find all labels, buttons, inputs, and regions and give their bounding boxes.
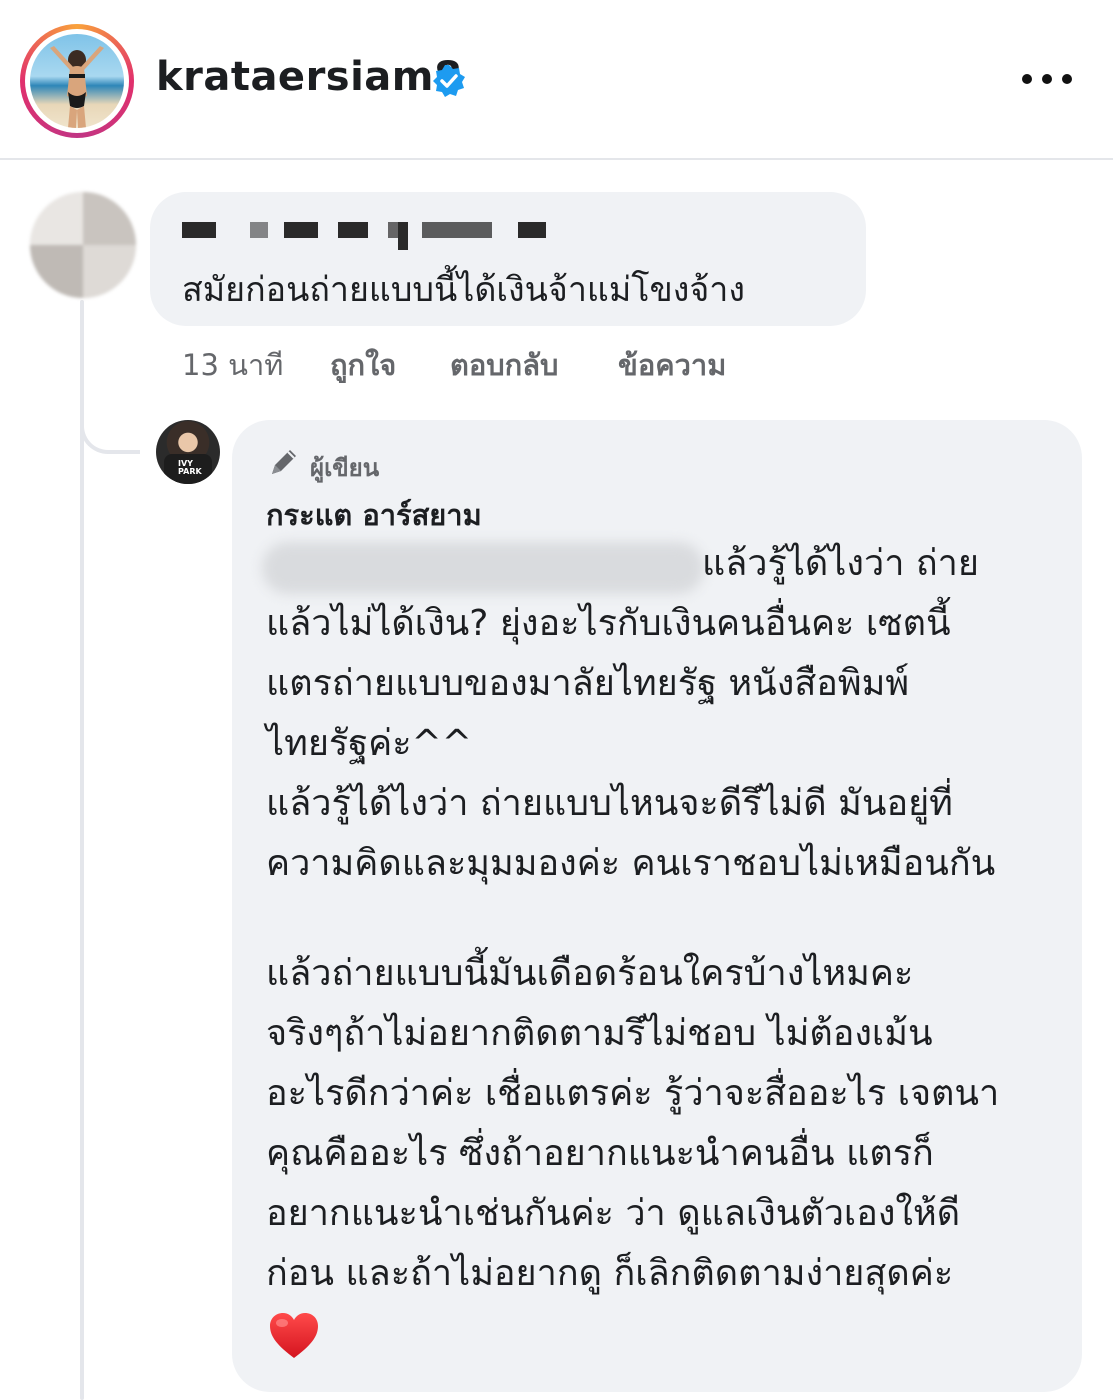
reply-line: แตรถ่ายแบบของมาลัยไทยรัฐ หนังสือพิมพ์ (266, 663, 910, 704)
reply-line: แล้วรู้ได้ไงว่า ถ่ายแบบไหนจะดีรึไม่ดี มั… (266, 783, 953, 824)
comment-timestamp: 13 นาที (182, 348, 284, 382)
profile-avatar[interactable] (20, 24, 134, 138)
verified-badge-icon (433, 65, 465, 97)
reply-line: ความคิดและมุมมองค่ะ คนเราชอบไม่เหมือนกัน (266, 843, 996, 884)
reply-line: ก่อน และถ้าไม่อยากดู ก็เลิกติดตามง่ายสุด… (266, 1253, 954, 1294)
reply-line: แล้วถ่ายแบบนี้มันเดือดร้อนใครบ้างไหมคะ (266, 953, 914, 994)
message-button[interactable]: ข้อความ (618, 342, 726, 388)
reply-line: ไทยรัฐค่ะ^^ (266, 723, 472, 764)
reply-line: อะไรดีกว่าค่ะ เชื่อแตรค่ะ รู้ว่าจะสื่ออะ… (266, 1073, 1000, 1114)
commenter-avatar[interactable] (30, 192, 136, 298)
profile-photo (30, 34, 124, 128)
post-header: krataersiam8 (0, 0, 1113, 160)
pencil-icon (272, 450, 296, 474)
comment-text: สมัยก่อนถ่ายแบบนี้ได้เงินจ้าแม่โขงจ้าง (182, 270, 745, 310)
censored-commenter-name (182, 222, 562, 250)
author-badge-label: ผู้เขียน (310, 454, 380, 482)
person-silhouette-icon (50, 46, 104, 128)
reply-author-name[interactable]: กระแต อาร์สยาม (266, 492, 482, 538)
post-username[interactable]: krataersiam8 (156, 54, 462, 100)
thread-line (80, 300, 84, 1400)
reply-line: แล้วไม่ได้เงิน? ยุ่งอะไรกับเงินคนอื่นคะ … (266, 603, 951, 644)
author-avatar[interactable]: IVY PARK (156, 420, 220, 484)
more-options-button[interactable] (1022, 64, 1072, 94)
reply-line: อยากแนะนำเช่นกันค่ะ ว่า ดูแลเงินตัวเองให… (266, 1193, 961, 1234)
thread-connector (80, 390, 140, 454)
reply-line: จริงๆถ้าไม่อยากติดตามรึไม่ชอบ ไม่ต้องเม้… (266, 1013, 933, 1054)
blurred-mention (262, 542, 704, 594)
reply-line: แล้วรู้ได้ไงว่า ถ่าย (702, 543, 979, 584)
more-dots-icon (1022, 74, 1032, 84)
comment-bubble: สมัยก่อนถ่ายแบบนี้ได้เงินจ้าแม่โขงจ้าง (150, 192, 866, 326)
reply-bubble: ผู้เขียน กระแต อาร์สยาม แล้วรู้ได้ไงว่า … (232, 420, 1082, 1392)
like-button[interactable]: ถูกใจ (330, 342, 396, 388)
reply-button[interactable]: ตอบกลับ (450, 342, 558, 388)
heart-emoji-icon (270, 1313, 318, 1358)
reply-line: คุณคืออะไร ซึ่งถ้าอยากแนะนำคนอื่น แตรก็ (266, 1133, 934, 1174)
